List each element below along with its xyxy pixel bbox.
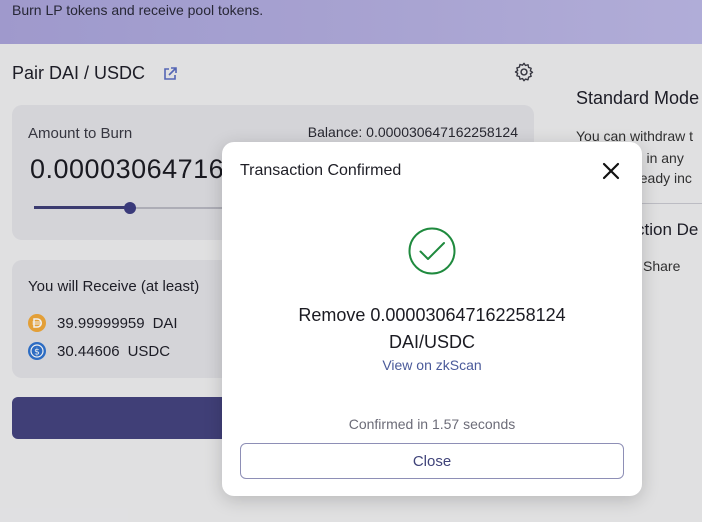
confirmation-time: Confirmed in 1.57 seconds [348, 416, 516, 432]
close-button[interactable]: Close [240, 443, 624, 479]
modal-title: Transaction Confirmed [240, 162, 402, 179]
check-circle-icon [408, 227, 456, 275]
close-icon[interactable] [602, 162, 620, 180]
remove-pair-text: DAI/USDC [388, 332, 475, 352]
transaction-confirmed-modal: Transaction Confirmed Remove 0.000030647… [222, 142, 642, 496]
view-on-zkscan-link[interactable]: View on zkScan [222, 357, 642, 373]
remove-summary: Remove 0.000030647162258124 DAI/USDC [222, 302, 642, 356]
remove-amount-text: Remove 0.000030647162258124 [298, 305, 566, 325]
